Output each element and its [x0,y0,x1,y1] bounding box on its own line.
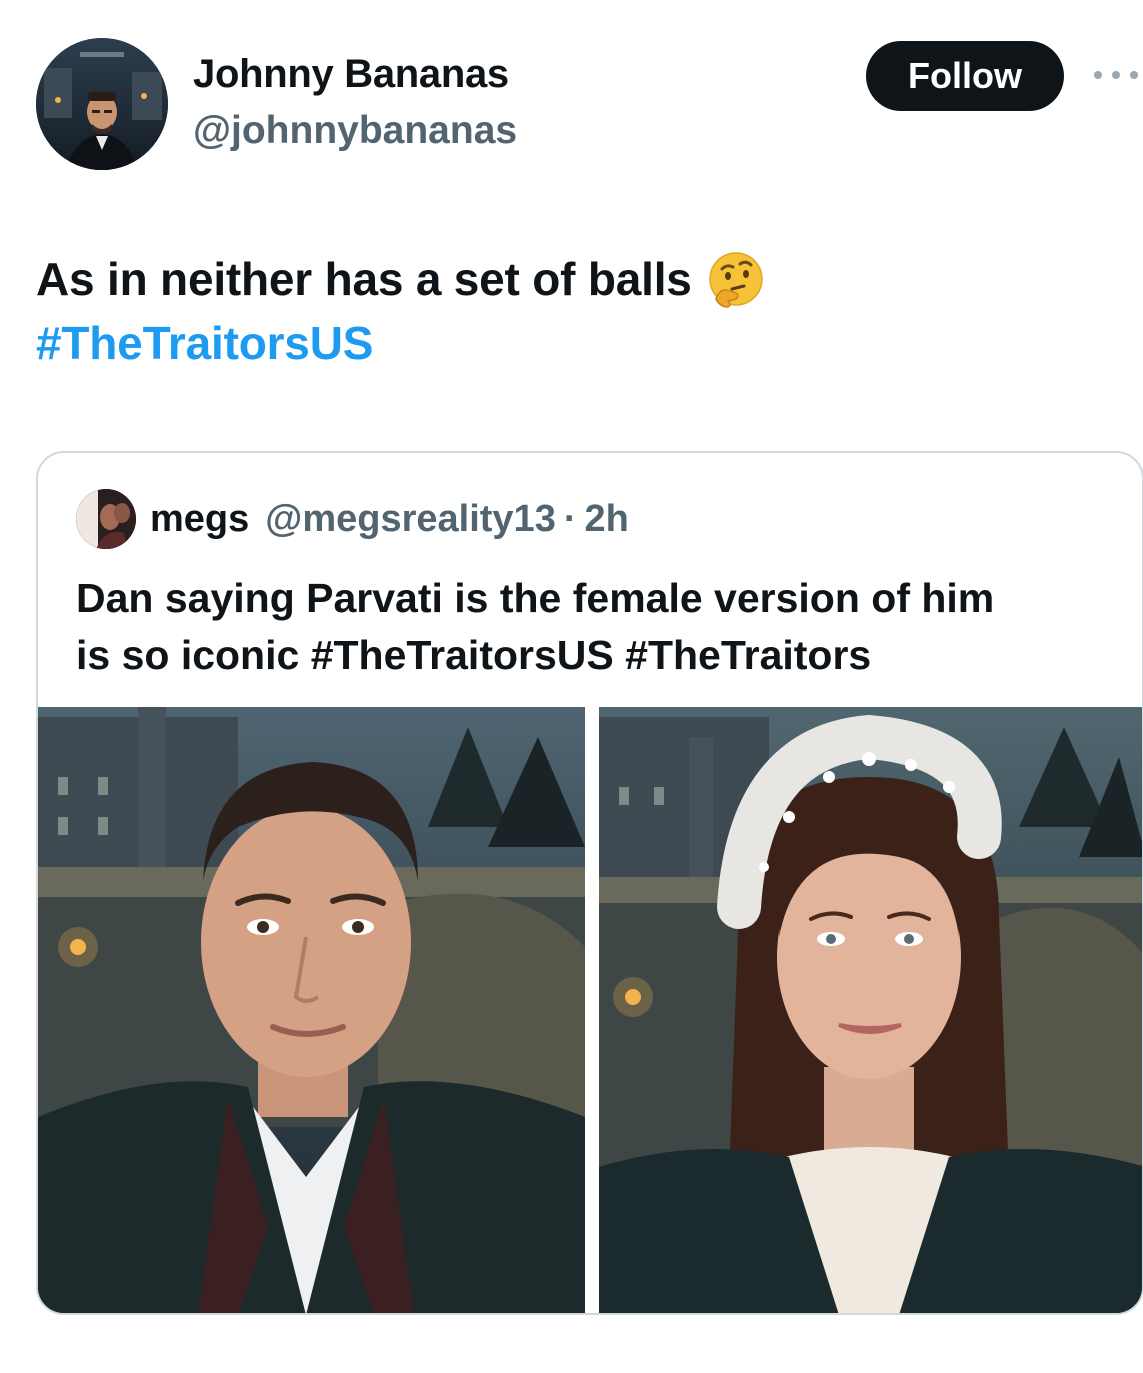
quoted-tweet-text: Dan saying Parvati is the female version… [76,570,994,684]
author-avatar[interactable] [36,38,168,170]
media-photo-man[interactable] [38,707,585,1313]
quoted-author-avatar [76,489,136,549]
quoted-line-2-text: is so iconic [76,632,311,678]
quoted-tweet-card[interactable]: megs @megsreality13 · 2h Dan saying Parv… [36,451,1143,1315]
hashtag-link[interactable]: #TheTraitorsUS [36,311,373,375]
separator-dot: · [563,497,577,540]
thinking-face-emoji-icon [706,249,766,309]
quoted-author-name: megs [150,497,250,540]
dot [1094,71,1102,79]
author-name[interactable]: Johnny Bananas [193,52,509,97]
quoted-tweet-header: megs @megsreality13 · 2h [76,489,629,549]
quoted-line-2: is so iconic #TheTraitorsUS #TheTraitors [76,627,994,684]
media-photo-woman[interactable] [599,707,1142,1313]
hashtag-link[interactable]: #TheTraitorsUS [311,632,614,678]
dot [1112,71,1120,79]
tweet-text: As in neither has a set of balls #TheTra… [36,247,766,375]
follow-button[interactable]: Follow [866,41,1064,111]
more-options-icon[interactable] [1092,60,1140,90]
hashtag-link[interactable]: #TheTraitors [625,632,871,678]
quoted-author-handle: @megsreality13 [265,497,556,540]
media-grid [38,707,1142,1313]
quoted-line-1: Dan saying Parvati is the female version… [76,575,995,621]
tweet-body: As in neither has a set of balls [36,253,692,305]
tweet-page: Johnny Bananas @johnnybananas Follow As … [0,0,1143,1373]
author-handle[interactable]: @johnnybananas [193,109,517,153]
dot [1130,71,1138,79]
quoted-timestamp: 2h [584,497,629,540]
